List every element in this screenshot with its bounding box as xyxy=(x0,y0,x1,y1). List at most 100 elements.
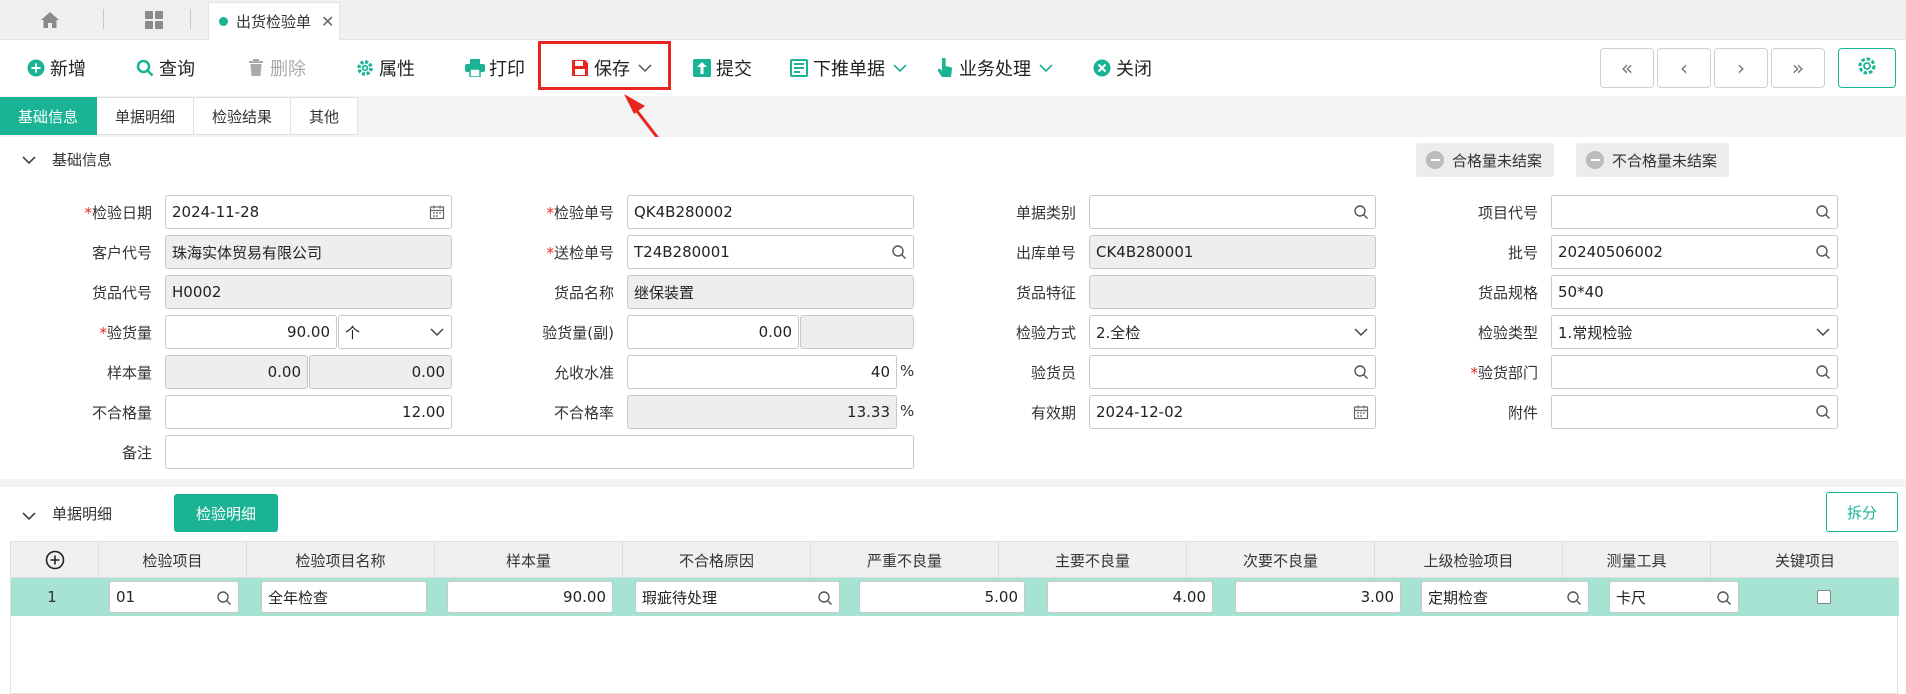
col-critical-defect[interactable]: 严重不良量 xyxy=(811,542,999,578)
batch-no-field[interactable]: 20240506002 xyxy=(1551,235,1838,269)
document-detail-section: 单据明细 检验明细 拆分 检验项目 检验项目名称 样本量 不合格原因 严重不良量… xyxy=(0,487,1906,694)
prev-record-button[interactable]: ‹ xyxy=(1657,48,1711,88)
col-measure-tool[interactable]: 测量工具 xyxy=(1563,542,1711,578)
tab-document-detail[interactable]: 单据明细 xyxy=(97,97,195,135)
section-tabs: 基础信息 单据明细 检验结果 其他 xyxy=(0,97,359,135)
remark-label: 备注 xyxy=(121,444,152,462)
check-qty-sub-field[interactable]: 0.00 xyxy=(627,315,799,349)
inspector-field[interactable] xyxy=(1089,355,1376,389)
doc-type-field[interactable] xyxy=(1089,195,1376,229)
measure-tool-input[interactable]: 卡尺 xyxy=(1609,581,1739,613)
check-qty-sub-label: 验货量(副) xyxy=(542,324,614,342)
goods-code-label: 货品代号 xyxy=(91,284,152,302)
inspect-method-label: 检验方式 xyxy=(1015,324,1076,342)
chevron-down-icon xyxy=(430,328,444,337)
first-record-button[interactable]: « xyxy=(1600,48,1654,88)
goods-feature-field xyxy=(1089,275,1376,309)
sample-qty-input[interactable]: 90.00 xyxy=(447,581,613,613)
inspect-date-field[interactable]: 2024-11-28 xyxy=(165,195,452,229)
col-sample-qty[interactable]: 样本量 xyxy=(435,542,623,578)
tab-other[interactable]: 其他 xyxy=(291,97,359,135)
send-no-field[interactable]: T24B280001 xyxy=(627,235,914,269)
customer-code-label: 客户代号 xyxy=(91,244,152,262)
inspect-method-select[interactable]: 2.全检 xyxy=(1089,315,1376,349)
minor-defect-input[interactable]: 3.00 xyxy=(1235,581,1401,613)
major-defect-input[interactable]: 4.00 xyxy=(1047,581,1213,613)
attachment-label: 附件 xyxy=(1507,404,1538,422)
search-icon xyxy=(217,591,231,605)
basic-info-section: 基础信息 合格量未结案 不合格量未结案 *检验日期 2024-11-28 *检验… xyxy=(0,137,1906,479)
critical-defect-input[interactable]: 5.00 xyxy=(859,581,1025,613)
inspection-detail-table: 检验项目 检验项目名称 样本量 不合格原因 严重不良量 主要不良量 次要不良量 … xyxy=(10,541,1899,694)
search-icon xyxy=(1816,365,1830,379)
inspect-type-select[interactable]: 1.常规检验 xyxy=(1551,315,1838,349)
pass-qty-unclosed-badge[interactable]: 合格量未结案 xyxy=(1416,143,1555,177)
col-major-defect[interactable]: 主要不良量 xyxy=(999,542,1187,578)
check-qty-field[interactable]: 90.00 xyxy=(165,315,337,349)
check-qty-unit-select[interactable]: 个 xyxy=(338,315,452,349)
settings-button[interactable] xyxy=(1838,48,1896,88)
inspect-date-label: *检验日期 xyxy=(84,204,152,222)
section-title: 单据明细 xyxy=(52,505,113,523)
next-record-button[interactable]: › xyxy=(1714,48,1768,88)
search-icon xyxy=(1354,365,1368,379)
inspect-type-label: 检验类型 xyxy=(1477,324,1538,342)
tab-basic-info[interactable]: 基础信息 xyxy=(0,97,98,135)
section-title: 基础信息 xyxy=(52,151,113,169)
remark-field[interactable] xyxy=(165,435,914,469)
valid-date-field[interactable]: 2024-12-02 xyxy=(1089,395,1376,429)
chevron-right-icon: › xyxy=(1737,56,1745,80)
chevron-down-icon[interactable] xyxy=(22,151,36,169)
search-icon xyxy=(1567,591,1581,605)
col-inspect-item[interactable]: 检验项目 xyxy=(99,542,247,578)
table-row[interactable]: 1 01 全年检查 90.00 瑕疵待处理 5.00 4.00 3.00 定期检… xyxy=(11,578,1899,616)
attachment-field[interactable] xyxy=(1551,395,1838,429)
goods-name-field: 继保装置 xyxy=(627,275,914,309)
fail-qty-unclosed-badge[interactable]: 不合格量未结案 xyxy=(1576,143,1730,177)
search-icon xyxy=(892,245,906,259)
key-item-checkbox[interactable] xyxy=(1817,590,1831,604)
fail-qty-label: 不合格量未结案 xyxy=(1612,151,1718,170)
goods-code-field: H0002 xyxy=(165,275,452,309)
batch-no-label: 批号 xyxy=(1507,244,1538,262)
search-icon xyxy=(1354,205,1368,219)
inspector-label: 验货员 xyxy=(1030,364,1076,382)
col-minor-defect[interactable]: 次要不良量 xyxy=(1187,542,1375,578)
chevron-left-icon: ‹ xyxy=(1680,56,1688,80)
col-key-item[interactable]: 关键项目 xyxy=(1711,542,1899,578)
inspect-no-field[interactable]: QK4B280002 xyxy=(627,195,914,229)
chevron-down-icon[interactable] xyxy=(22,507,36,525)
col-inspect-item-name[interactable]: 检验项目名称 xyxy=(247,542,435,578)
plus-circle-icon xyxy=(45,550,64,570)
fail-qty-label: 不合格量 xyxy=(91,404,152,422)
col-parent-item[interactable]: 上级检验项目 xyxy=(1375,542,1563,578)
project-code-field[interactable] xyxy=(1551,195,1838,229)
add-row-button[interactable] xyxy=(11,542,99,578)
pass-qty-label: 合格量未结案 xyxy=(1452,151,1543,170)
check-qty-sub-unit xyxy=(800,315,914,349)
parent-item-input[interactable]: 定期检查 xyxy=(1421,581,1589,613)
search-icon xyxy=(1816,405,1830,419)
valid-date-label: 有效期 xyxy=(1030,404,1076,422)
last-record-button[interactable]: » xyxy=(1771,48,1825,88)
fail-reason-input[interactable]: 瑕疵待处理 xyxy=(635,581,840,613)
fail-qty-field[interactable]: 12.00 xyxy=(165,395,452,429)
basic-info-header[interactable]: 基础信息 合格量未结案 不合格量未结案 xyxy=(0,137,1906,181)
minus-circle-icon xyxy=(1426,151,1444,169)
tab-inspection-result[interactable]: 检验结果 xyxy=(194,97,292,135)
accept-level-field[interactable]: 40 xyxy=(627,355,897,389)
split-button[interactable]: 拆分 xyxy=(1826,492,1898,532)
search-icon xyxy=(1816,205,1830,219)
search-icon xyxy=(1717,591,1731,605)
goods-spec-field[interactable]: 50*40 xyxy=(1551,275,1838,309)
outbound-no-field: CK4B280001 xyxy=(1089,235,1376,269)
sample-qty-field-2: 0.00 xyxy=(309,355,452,389)
inspect-item-input[interactable]: 01 xyxy=(109,581,239,613)
inspect-dept-field[interactable] xyxy=(1551,355,1838,389)
inspection-detail-tab[interactable]: 检验明细 xyxy=(174,494,278,532)
col-fail-reason[interactable]: 不合格原因 xyxy=(623,542,811,578)
minus-circle-icon xyxy=(1586,151,1604,169)
sample-qty-field: 0.00 xyxy=(165,355,308,389)
inspect-item-name-input[interactable]: 全年检查 xyxy=(261,581,427,613)
double-chevron-right-icon: » xyxy=(1791,56,1805,80)
